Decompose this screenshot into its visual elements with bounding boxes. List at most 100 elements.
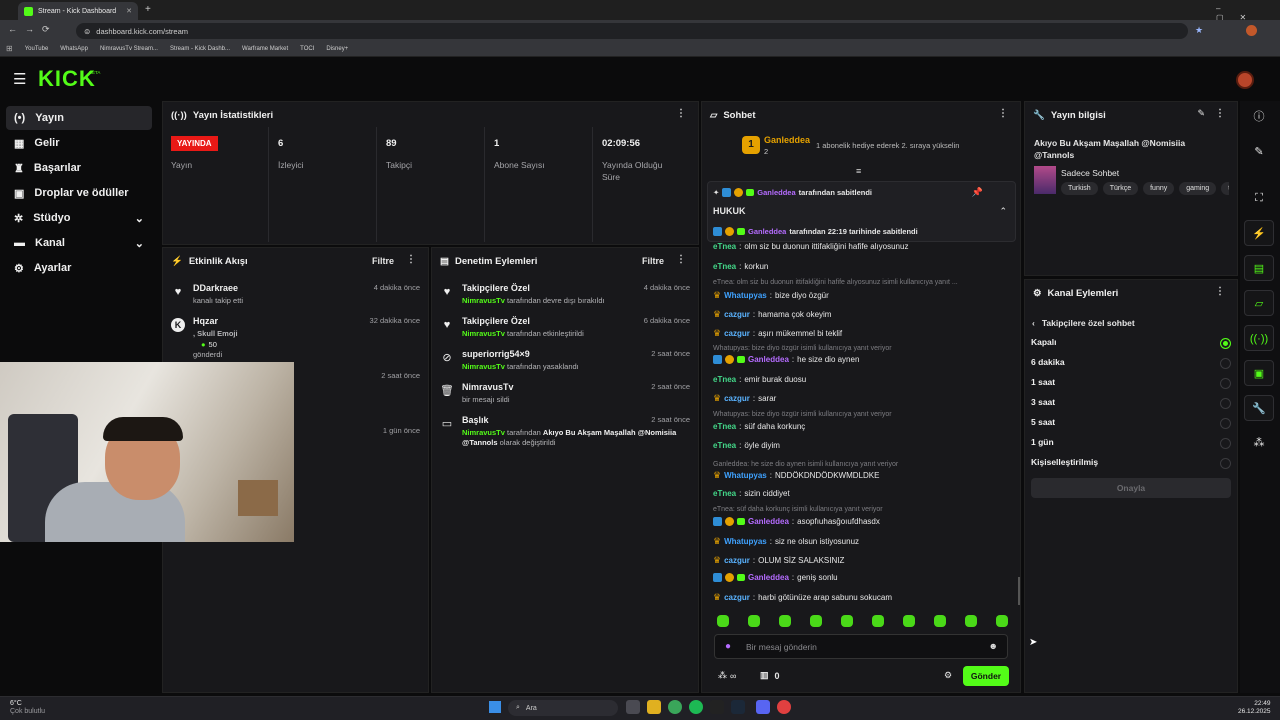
chat-username[interactable]: Ganleddea [748,517,789,526]
chat-username[interactable]: eTnea [713,262,736,271]
edit-icon[interactable]: ✎ [1197,108,1205,119]
chat-username[interactable]: eTnea [713,375,736,384]
chat-message[interactable]: eTnea: sizin ciddiyet [713,489,790,498]
edit-icon[interactable]: ✎ [1244,139,1274,165]
reply-context[interactable]: eTnea: süf daha korkunç isimli kullanıcı… [713,506,883,513]
task-view-icon[interactable] [626,700,640,714]
clock[interactable]: 22:49 26.12.2025 [1238,700,1271,716]
emote-icon[interactable] [996,615,1008,627]
chat-message[interactable]: ♛ cazgur: OLUM SİZ SALAKSINIZ [713,555,844,566]
chat-username[interactable]: cazgur [724,394,750,403]
confirm-button[interactable]: Onayla [1031,478,1231,498]
bookmark-kick-dashboard[interactable]: Stream - Kick Dashb... [170,46,230,52]
more-options-icon[interactable]: ⋮ [998,108,1008,119]
back-to-actions[interactable]: ‹ Takipçilere özel sohbet [1032,318,1135,328]
chat-message[interactable]: Ganleddea: geniş sonlu [713,573,838,582]
nav-droplar[interactable]: ▣ Droplar ve ödüller [6,181,152,205]
option-1-saat[interactable]: 1 saat [1031,377,1231,391]
emote-icon[interactable] [779,615,791,627]
more-options-icon[interactable]: ⋮ [676,108,686,119]
reply-context[interactable]: Whatupyas: bize diyo özgür isimli kullan… [713,411,892,418]
chat-message[interactable]: ♛ Whatupyas: siz ne olsun istiyosunuz [713,536,859,547]
radio-selected[interactable] [1220,338,1231,349]
radio[interactable] [1220,378,1231,389]
bookmark-whatsapp[interactable]: WhatsApp [60,46,88,52]
moderation-filter-button[interactable]: Filtre [642,256,664,266]
chat-message[interactable]: Ganleddea: asopfıuhasğoıufdhasdx [713,517,880,526]
chat-username[interactable]: Whatupyas [724,291,767,300]
profile-avatar[interactable] [1246,25,1257,36]
chat-username[interactable]: cazgur [724,329,750,338]
app-icon[interactable] [777,700,791,714]
terminal-icon[interactable] [710,700,724,714]
bookmark-disney[interactable]: Disney+ [326,46,348,52]
tag-chip[interactable]: gaming [1179,182,1217,195]
send-button[interactable]: Gönder [963,666,1009,686]
emote-icon[interactable] [717,615,729,627]
unpin-icon[interactable]: 📌 [972,187,983,198]
close-tab-icon[interactable]: ✕ [126,7,132,15]
option-kapali[interactable]: Kapalı [1031,337,1231,351]
chat-message[interactable]: eTnea: emir burak duosu [713,375,806,384]
site-info-icon[interactable]: ⊜ [84,27,90,36]
chat-username[interactable]: Ganleddea [748,355,789,364]
chevron-up-icon[interactable]: ⌃ [999,206,1007,217]
chat-message[interactable]: ♛ Whatupyas: NDDÖKDNDÖDKWMDLDKE [713,470,879,481]
chat-username[interactable]: eTnea [713,489,736,498]
chat-icon[interactable]: ▱ [1244,290,1274,316]
apps-icon[interactable]: ⊞ [6,44,13,53]
chrome-icon[interactable] [668,700,682,714]
chat-message[interactable]: ♛ cazgur: harbi götünüze arap sabunu sokuc… [713,592,892,603]
chat-username[interactable]: eTnea [713,441,736,450]
bolt-icon[interactable]: ⚡ [1244,220,1274,246]
option-1-gun[interactable]: 1 gün [1031,437,1231,451]
bookmark-toci[interactable]: TOCI [300,46,314,52]
nav-basarilar[interactable]: ♜ Başarılar [6,156,152,180]
more-options-icon[interactable]: ⋮ [676,254,686,265]
chat-message[interactable]: ♛ cazgur: hamama çok okeyim [713,309,831,320]
info-icon[interactable]: ⓘ [1244,104,1274,130]
radio[interactable] [1220,458,1231,469]
emote-icon[interactable] [934,615,946,627]
chat-settings-icon[interactable]: ⚙ [944,670,952,681]
bookmark-nimravus[interactable]: NimravusTv Stream... [100,46,158,52]
kicks-icon[interactable]: ⁂ [1244,430,1274,456]
chat-username[interactable]: eTnea [713,242,736,251]
emote-icon[interactable] [965,615,977,627]
emoji-picker-icon[interactable]: ☻ [989,641,998,651]
collapse-icon[interactable]: ≡ [856,166,861,176]
chat-username[interactable]: cazgur [724,310,750,319]
chat-message[interactable]: eTnea: süf daha korkunç [713,422,805,431]
browser-tab[interactable]: Stream - Kick Dashboard ✕ [18,2,138,20]
steam-icon[interactable] [731,700,745,714]
bookmark-star-icon[interactable]: ★ [1195,25,1203,36]
weather-widget[interactable]: 6°C Çok bulutlu [10,700,45,716]
list-icon[interactable]: ▤ [1244,255,1274,281]
radio[interactable] [1220,358,1231,369]
points-balance[interactable]: ▥ 0 [760,670,780,681]
address-bar[interactable]: ⊜ dashboard.kick.com/stream [76,23,1188,39]
kicks-balance[interactable]: ⁂ ∞ [718,670,736,681]
explorer-icon[interactable] [647,700,661,714]
category-thumbnail[interactable] [1034,166,1056,194]
emote-icon[interactable] [810,615,822,627]
kick-logo[interactable]: KICK [38,66,96,92]
windows-start-icon[interactable] [489,701,501,713]
more-options-icon[interactable]: ⋮ [406,254,416,265]
chat-username[interactable]: cazgur [724,593,750,602]
nav-ayarlar[interactable]: ⚙ Ayarlar [6,256,152,280]
bookmark-warframe[interactable]: Warframe Market [242,46,288,52]
option-5-saat[interactable]: 5 saat [1031,417,1231,431]
nav-kanal[interactable]: ▬ Kanal ⌄ [6,231,152,255]
more-options-icon[interactable]: ⋮ [1215,286,1225,297]
more-options-icon[interactable]: ⋮ [1215,108,1225,119]
radio[interactable] [1220,438,1231,449]
chat-username[interactable]: Ganleddea [748,573,789,582]
bookmark-youtube[interactable]: YouTube [25,46,49,52]
nav-yayin[interactable]: (•) Yayın [6,106,152,130]
radio[interactable] [1220,418,1231,429]
reply-context[interactable]: Ganleddea: he size dio aynen isimli kull… [713,461,898,468]
tag-chip[interactable]: Türkçe [1102,182,1139,195]
reply-context[interactable]: eTnea: olm siz bu duonun ittifakliğini h… [713,279,958,286]
emote-icon[interactable] [872,615,884,627]
